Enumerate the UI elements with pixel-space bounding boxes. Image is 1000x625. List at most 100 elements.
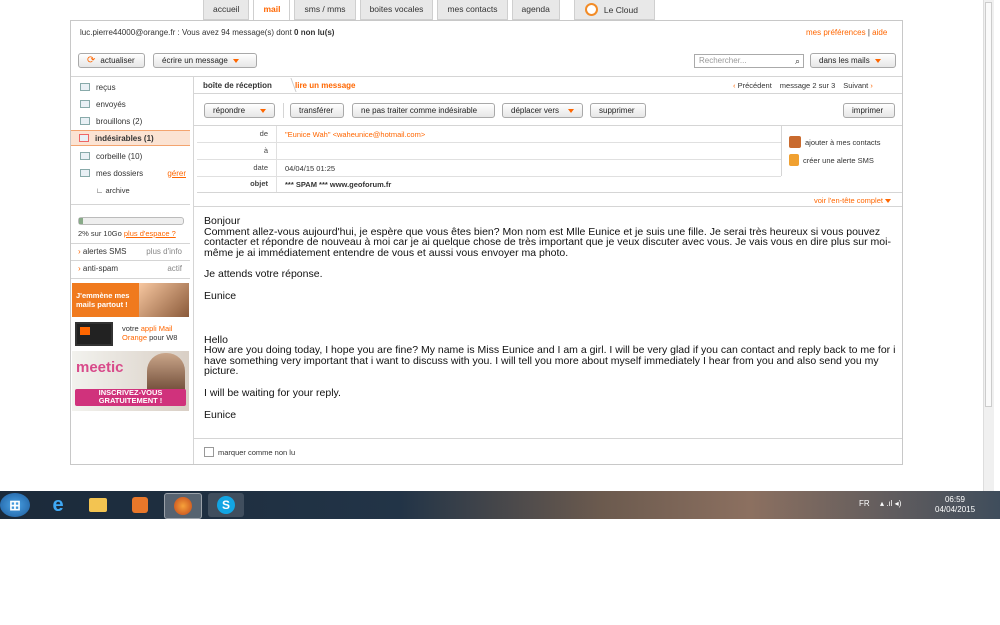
tab-mail[interactable]: mail bbox=[253, 0, 291, 20]
folder-label: mes dossiers bbox=[96, 168, 144, 178]
tab-contacts[interactable]: mes contacts bbox=[437, 0, 508, 20]
not-spam-label: ne pas traiter comme indésirable bbox=[361, 106, 478, 115]
forward-button[interactable]: transférer bbox=[290, 103, 344, 118]
from-label: de bbox=[197, 126, 277, 142]
phone-icon bbox=[789, 154, 799, 166]
more-space-link[interactable]: plus d'espace ? bbox=[124, 229, 176, 238]
language-indicator[interactable]: FR bbox=[859, 499, 870, 508]
from-value[interactable]: "Eunice Wah" <waheunice@hotmail.com> bbox=[277, 130, 425, 139]
reply-label: répondre bbox=[213, 106, 246, 115]
folder-label: reçus bbox=[96, 82, 116, 92]
clock-time: 06:59 bbox=[944, 495, 966, 504]
move-button[interactable]: déplacer vers bbox=[502, 103, 583, 118]
sidebar-item-archive[interactable]: ∟ archive bbox=[96, 186, 130, 195]
storage-text: 2% sur 10Go plus d'espace ? bbox=[78, 229, 176, 238]
tab-accueil[interactable]: accueil bbox=[203, 0, 250, 20]
divider bbox=[71, 243, 190, 244]
sidebar-item-mes-dossiers[interactable]: mes dossiers gérer bbox=[72, 165, 190, 181]
message-paragraph: How are you doing today, I hope you are … bbox=[204, 344, 896, 378]
sms-info-link[interactable]: plus d'info bbox=[146, 247, 182, 256]
folder-label: archive bbox=[105, 186, 130, 195]
search-scope-select[interactable]: dans les mails bbox=[810, 53, 896, 68]
not-spam-button[interactable]: ne pas traiter comme indésirable bbox=[352, 103, 495, 118]
previous-label: Précédent bbox=[737, 81, 772, 90]
divider bbox=[71, 76, 902, 77]
sidebar-item-brouillons[interactable]: brouillons (2) bbox=[72, 113, 190, 129]
message-pager: ‹ Précédent message 2 sur 3 Suivant › bbox=[733, 81, 873, 90]
tab-cloud[interactable]: Le Cloud bbox=[573, 0, 655, 20]
preferences-link[interactable]: mes préférences bbox=[806, 28, 866, 37]
sidebar-item-corbeille[interactable]: corbeille (10) bbox=[72, 148, 190, 164]
message-body: Bonjour Comment allez-vous aujourd'hui, … bbox=[204, 216, 904, 420]
reply-button[interactable]: répondre bbox=[204, 103, 275, 118]
tab-voice[interactable]: boites vocales bbox=[359, 0, 434, 20]
antispam-state: actif bbox=[167, 264, 182, 273]
search-input[interactable]: Rechercher... ⌕ bbox=[694, 54, 804, 68]
chevron-down-icon bbox=[885, 199, 892, 203]
breadcrumb-current: lire un message bbox=[295, 81, 356, 90]
search-icon[interactable]: ⌕ bbox=[795, 55, 800, 67]
ad-w8-text-c: pour W8 bbox=[147, 333, 178, 342]
mark-unread-checkbox[interactable] bbox=[204, 447, 214, 457]
sms-alert-row[interactable]: › alertes SMS plus d'info bbox=[78, 247, 182, 256]
media-player-icon[interactable] bbox=[122, 493, 158, 517]
scrollbar-thumb[interactable] bbox=[985, 2, 992, 407]
divider bbox=[71, 260, 190, 261]
tab-sms[interactable]: sms / mms bbox=[294, 0, 356, 20]
print-button[interactable]: imprimer bbox=[843, 103, 895, 118]
tray-icons[interactable]: ▴ .ıl ◂) bbox=[880, 499, 901, 508]
tab-agenda[interactable]: agenda bbox=[511, 0, 560, 20]
from-row: de "Eunice Wah" <waheunice@hotmail.com> bbox=[197, 126, 781, 143]
delete-button[interactable]: supprimer bbox=[590, 103, 646, 118]
meetic-signup-button[interactable]: INSCRIVEZ-VOUS GRATUITEMENT ! bbox=[75, 389, 186, 406]
full-header-link[interactable]: voir l'en-tête complet bbox=[814, 196, 892, 205]
divider bbox=[193, 77, 194, 464]
ad-person-image bbox=[147, 353, 185, 393]
skype-icon[interactable]: S bbox=[208, 493, 244, 517]
divider bbox=[194, 93, 902, 94]
firefox-icon[interactable] bbox=[164, 493, 202, 519]
antispam-row[interactable]: › anti-spam actif bbox=[78, 264, 182, 273]
divider bbox=[194, 206, 902, 207]
help-link[interactable]: aide bbox=[872, 28, 887, 37]
chevron-down-icon bbox=[260, 108, 266, 113]
ad-w8[interactable]: votre appli Mail Orange pour W8 bbox=[72, 320, 189, 348]
date-label: date bbox=[197, 160, 277, 176]
write-button[interactable]: écrire un message bbox=[153, 53, 257, 68]
spam-icon bbox=[79, 134, 89, 142]
divider bbox=[194, 438, 902, 439]
folder-icon bbox=[80, 169, 90, 177]
print-label: imprimer bbox=[852, 106, 884, 115]
sidebar-item-indesirables[interactable]: indésirables (1) bbox=[71, 130, 190, 146]
refresh-button[interactable]: ⟳ actualiser bbox=[78, 53, 145, 68]
divider bbox=[71, 278, 190, 279]
add-contact-icon bbox=[789, 136, 801, 148]
previous-button[interactable]: ‹ Précédent bbox=[733, 81, 772, 90]
full-header-label: voir l'en-tête complet bbox=[814, 196, 883, 205]
ad-mobile[interactable]: J'emmène mes mails partout ! bbox=[72, 283, 189, 317]
ad-meetic[interactable]: meetic INSCRIVEZ-VOUS GRATUITEMENT ! bbox=[72, 351, 189, 411]
sms-alert-link[interactable]: créer une alerte SMS bbox=[789, 154, 874, 166]
sidebar-item-recus[interactable]: reçus bbox=[72, 79, 190, 95]
mark-unread-row[interactable]: marquer comme non lu bbox=[204, 447, 295, 457]
sidebar-item-envoyes[interactable]: envoyés bbox=[72, 96, 190, 112]
refresh-label: actualiser bbox=[100, 56, 135, 65]
storage-bar bbox=[78, 217, 184, 225]
storage-fill bbox=[79, 218, 83, 224]
ad-mobile-text: J'emmène mes mails partout ! bbox=[76, 291, 130, 309]
search-placeholder: Rechercher... bbox=[699, 56, 747, 65]
tablet-image bbox=[75, 322, 113, 346]
add-contact-link[interactable]: ajouter à mes contacts bbox=[789, 136, 880, 148]
ie-icon[interactable]: e bbox=[40, 493, 76, 517]
inbox-icon bbox=[80, 83, 90, 91]
clock[interactable]: 06:59 04/04/2015 bbox=[935, 495, 975, 515]
explorer-icon[interactable] bbox=[80, 493, 116, 517]
draft-icon bbox=[80, 117, 90, 125]
next-button[interactable]: Suivant › bbox=[843, 81, 873, 90]
breadcrumb-inbox[interactable]: boîte de réception bbox=[203, 81, 272, 90]
manage-folders-link[interactable]: gérer bbox=[167, 169, 186, 178]
page-scrollbar[interactable] bbox=[983, 0, 994, 491]
start-button[interactable]: ⊞ bbox=[0, 493, 30, 517]
ad-w8-text-a: votre bbox=[122, 324, 141, 333]
antispam-label: anti-spam bbox=[82, 264, 119, 273]
